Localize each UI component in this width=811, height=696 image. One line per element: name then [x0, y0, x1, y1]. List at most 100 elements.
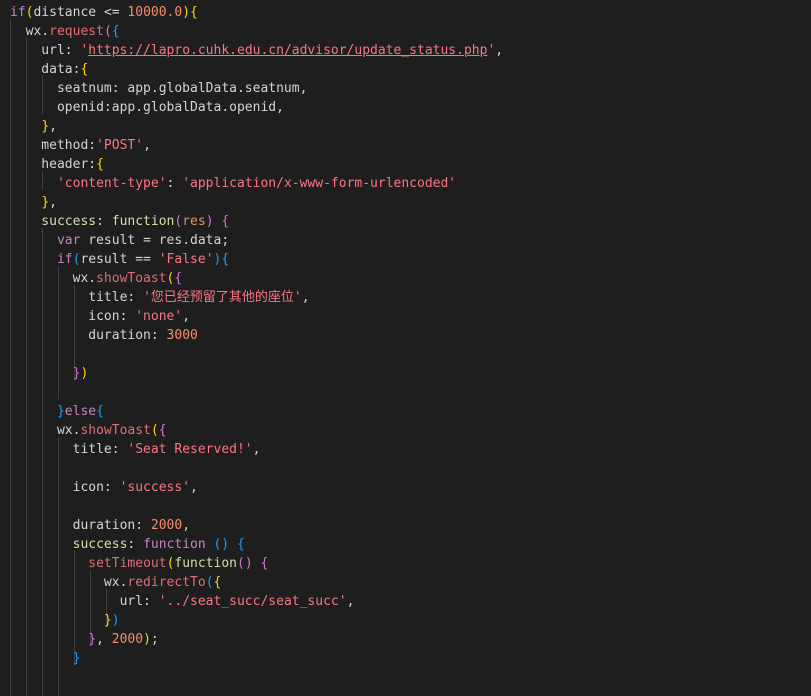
code-line[interactable]: title: '您已经预留了其他的座位',	[10, 288, 310, 307]
code-line[interactable]: }	[10, 649, 81, 668]
code-token: {	[221, 252, 230, 267]
code-token: https://lapro.cuhk.edu.cn/advisor/update…	[88, 43, 488, 58]
code-token: redirectTo	[127, 575, 206, 590]
code-token: method:	[10, 138, 97, 153]
code-token: (	[103, 24, 112, 39]
code-token: seatnum: app.globalData.seatnum,	[10, 81, 308, 96]
code-line[interactable]: }, 2000);	[10, 630, 158, 649]
code-line[interactable]: success: function(res) {	[10, 212, 229, 231]
code-token: ,	[346, 594, 355, 609]
code-line[interactable]: })	[10, 364, 89, 383]
code-token: 'success'	[119, 480, 191, 495]
code-line[interactable]: var result = res.data;	[10, 231, 229, 250]
code-line[interactable]: icon: 'none',	[10, 307, 190, 326]
code-token: {	[158, 423, 167, 438]
code-token: request	[49, 24, 104, 39]
code-token: ,	[143, 138, 151, 153]
code-token: setTimeout	[88, 556, 167, 571]
code-line[interactable]: success: function () {	[10, 535, 245, 554]
code-line[interactable]: url: '../seat_succ/seat_succ',	[10, 592, 355, 611]
code-token: (	[205, 575, 214, 590]
code-token: {	[190, 5, 198, 20]
code-token: url:	[10, 43, 81, 58]
code-token: wx.	[10, 575, 128, 590]
code-token: 'POST'	[96, 138, 144, 153]
code-line[interactable]: setTimeout(function() {	[10, 554, 268, 573]
code-token: function	[111, 214, 175, 229]
code-token: 10000.0	[127, 5, 183, 20]
code-token: '您已经预留了其他的座位'	[143, 290, 302, 305]
code-token: ,	[96, 632, 112, 647]
code-line[interactable]: url: 'https://lapro.cuhk.edu.cn/advisor/…	[10, 41, 503, 60]
code-token: )	[80, 366, 89, 381]
code-token: }	[41, 119, 50, 134]
code-token: header:	[10, 157, 97, 172]
code-line[interactable]: data:{	[10, 60, 88, 79]
code-line[interactable]: openid:app.globalData.openid,	[10, 98, 284, 117]
code-token: {	[96, 157, 104, 172]
code-token: data:	[10, 62, 81, 77]
code-token: ,	[49, 119, 57, 134]
code-token: wx.	[10, 271, 97, 286]
code-token: wx.	[10, 423, 81, 438]
code-token: {	[237, 537, 245, 552]
code-line[interactable]: header:{	[10, 155, 104, 174]
code-line[interactable]: })	[10, 611, 120, 630]
code-token: showToast	[96, 271, 167, 286]
code-token: 2000	[150, 518, 183, 533]
code-token: showToast	[80, 423, 151, 438]
code-line[interactable]: },	[10, 117, 57, 136]
code-line[interactable]: wx.redirectTo({	[10, 573, 221, 592]
code-token: 2000	[111, 632, 144, 647]
code-token: {	[260, 556, 269, 571]
code-line[interactable]: duration: 2000,	[10, 516, 190, 535]
code-token: function	[174, 556, 238, 571]
code-token: )	[111, 613, 120, 628]
code-line[interactable]: duration: 3000	[10, 326, 198, 345]
code-token: url:	[10, 594, 159, 609]
code-line[interactable]: wx.request({	[10, 22, 120, 41]
code-line[interactable]: if(result == 'False'){	[10, 250, 229, 269]
code-line[interactable]: }else{	[10, 402, 104, 421]
code-token: ,	[495, 43, 504, 58]
code-token: ()	[213, 537, 237, 552]
code-token: result ==	[80, 252, 159, 267]
code-line[interactable]: icon: 'success',	[10, 478, 198, 497]
code-line[interactable]: seatnum: app.globalData.seatnum,	[10, 79, 307, 98]
code-editor[interactable]: if(distance <= 10000.0){ wx.request({ ur…	[0, 0, 811, 696]
code-line[interactable]: method:'POST',	[10, 136, 151, 155]
code-token: duration:	[10, 518, 151, 533]
code-token: 'Seat Reserved!'	[127, 442, 253, 457]
code-token: {	[80, 62, 89, 77]
code-token: distance	[33, 5, 104, 20]
code-token: ,	[252, 442, 261, 457]
code-line[interactable]: title: 'Seat Reserved!',	[10, 440, 261, 459]
code-token: result = res.data;	[88, 233, 230, 248]
code-line[interactable]: wx.showToast({	[10, 269, 183, 288]
code-token: ()	[237, 556, 261, 571]
code-token: openid:app.globalData.openid,	[10, 100, 284, 115]
code-token: ,	[301, 290, 310, 305]
code-token: 'application/x-www-form-urlencoded'	[182, 176, 457, 191]
code-line[interactable]: 'content-type': 'application/x-www-form-…	[10, 174, 456, 193]
code-token: var	[56, 233, 89, 248]
code-token: {	[111, 24, 120, 39]
code-token: 'none'	[135, 309, 183, 324]
code-token: 'False'	[158, 252, 214, 267]
code-token: )	[143, 632, 151, 647]
code-token: :	[166, 176, 183, 191]
code-line[interactable]: },	[10, 193, 57, 212]
code-line[interactable]: if(distance <= 10000.0){	[10, 3, 198, 22]
code-token: )	[182, 5, 191, 20]
code-token: title:	[10, 290, 144, 305]
code-line[interactable]: wx.showToast({	[10, 421, 167, 440]
code-token: duration:	[10, 328, 167, 343]
code-token: ,	[49, 195, 57, 210]
code-token: }	[88, 632, 97, 647]
